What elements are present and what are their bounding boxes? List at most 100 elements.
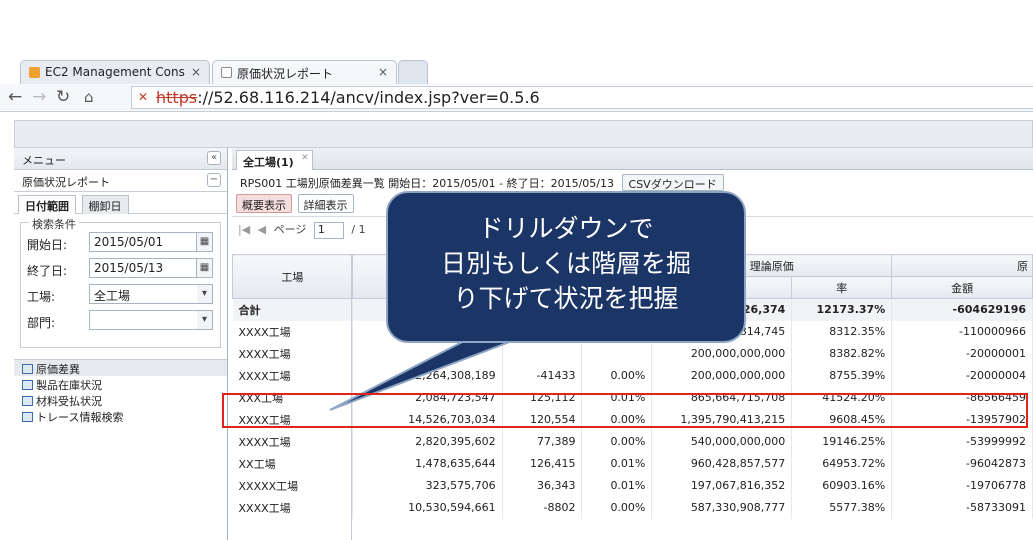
callout-line: ドリルダウンで: [478, 214, 654, 243]
value-cell: 64953.72%: [791, 452, 893, 475]
browser-tab-title: EC2 Management Cons: [45, 65, 185, 79]
back-arrow-icon[interactable]: ←: [8, 87, 22, 107]
factory-name-cell: XX工場: [232, 452, 353, 475]
close-tab-icon[interactable]: ×: [378, 65, 388, 79]
value-cell: 0.01%: [581, 474, 653, 497]
browser-tab-report[interactable]: 原価状況レポート ×: [212, 60, 397, 84]
factory-name-cell: XXXX工場: [232, 320, 353, 343]
table-row[interactable]: XXXXX工場 323,575,706 36,343 0.01% 197,067,816…: [232, 474, 1033, 497]
table-row[interactable]: XXXX工場 10,530,594,661 -8802 0.00% 587,330,90…: [232, 496, 1033, 519]
value-cell: -20000004: [891, 364, 1033, 387]
callout-line: 日別もしくは階層を掘: [440, 249, 691, 278]
factory-select[interactable]: 全工場: [89, 284, 213, 304]
chevron-down-icon[interactable]: ▾: [197, 284, 213, 304]
prev-page-icon[interactable]: ◀: [258, 223, 266, 236]
forward-arrow-icon[interactable]: →: [32, 87, 46, 107]
highlighted-row-frame: [222, 393, 1028, 428]
close-tab-icon[interactable]: ✕: [301, 153, 309, 163]
department-label: 部門:: [27, 316, 56, 330]
value-cell: 960,428,857,577: [651, 452, 793, 475]
value-cell: -41433: [502, 364, 583, 387]
browser-tab-ec2[interactable]: EC2 Management Cons ×: [20, 60, 210, 84]
tab-all-factories[interactable]: 全工場(1) ✕: [236, 150, 313, 170]
end-date-input[interactable]: 2015/05/13: [89, 258, 197, 278]
menu-item-trace-search[interactable]: トレース情報検索: [14, 408, 227, 424]
calendar-icon[interactable]: ▦: [197, 232, 213, 252]
menu-item-material-flow[interactable]: 材料受払状況: [14, 392, 227, 408]
minimize-icon[interactable]: −: [207, 173, 221, 187]
chevron-down-icon[interactable]: ▾: [197, 310, 213, 330]
first-page-icon[interactable]: |◀: [238, 223, 250, 236]
value-cell: 0.00%: [581, 430, 653, 453]
tab-inventory-date[interactable]: 棚卸日: [81, 195, 129, 214]
column-header-last-amount[interactable]: 金額: [891, 276, 1033, 299]
value-cell: -20000001: [891, 342, 1033, 365]
start-date-input[interactable]: 2015/05/01: [89, 232, 197, 252]
detail-view-button[interactable]: 詳細表示: [297, 194, 354, 213]
value-cell: [352, 342, 503, 365]
tab-date-range[interactable]: 日付範囲: [18, 195, 76, 214]
report-info-text: RPS001 工場別原価差異一覧 開始日：2015/05/01 - 終了日：20…: [240, 177, 615, 190]
menu-item-label: トレース情報検索: [36, 411, 124, 424]
close-tab-icon[interactable]: ×: [191, 65, 201, 79]
url-input[interactable]: ✕ https://52.68.116.214/ancv/index.jsp?v…: [131, 86, 1033, 109]
table-row[interactable]: XXXX工場 2,264,308,189 -41433 0.00% 200,000,00…: [232, 364, 1033, 387]
department-row: 部門: ▾: [27, 309, 214, 333]
menu-item-label: 原価差異: [36, 363, 80, 376]
menu-item-label: 製品在庫状況: [36, 379, 102, 392]
table-row[interactable]: XXXX工場 2,820,395,602 77,389 0.00% 540,000,00…: [232, 430, 1033, 453]
date-subtabs: 日付範囲 棚卸日: [14, 192, 227, 214]
report-icon: [22, 364, 33, 374]
column-header-last-group[interactable]: 原: [891, 254, 1033, 277]
factory-name-cell: 合計: [232, 298, 353, 321]
page-label: ページ: [273, 223, 307, 236]
reload-icon[interactable]: ↻: [56, 87, 70, 107]
page-total: / 1: [351, 223, 366, 236]
start-date-row: 開始日: 2015/05/01 ▦: [27, 231, 214, 255]
home-icon[interactable]: ⌂: [84, 88, 94, 106]
url-path: ://52.68.116.214/ancv/index.jsp?ver=0.5.…: [197, 88, 540, 107]
collapse-panel-icon[interactable]: «: [207, 151, 221, 165]
insecure-lock-icon: ✕: [138, 90, 149, 104]
table-row[interactable]: XX工場 1,478,635,644 126,415 0.01% 960,428,857…: [232, 452, 1033, 475]
column-header-factory[interactable]: 工場: [232, 254, 353, 299]
value-cell: 126,415: [502, 452, 583, 475]
address-bar: ← → ↻ ⌂ ✕ https://52.68.116.214/ancv/ind…: [0, 84, 1033, 112]
page-number-input[interactable]: 1: [313, 222, 344, 239]
app-toolbar: [14, 120, 1033, 148]
column-header-theory-rate[interactable]: 率: [791, 276, 893, 299]
left-menu-panel: メニュー « 原価状況レポート − 日付範囲 棚卸日 検索条件 開始日: 201…: [14, 148, 228, 540]
new-tab-button[interactable]: [398, 60, 428, 84]
value-cell: [581, 342, 653, 365]
factory-name-cell: XXXX工場: [232, 496, 353, 519]
end-date-label: 終了日:: [27, 264, 68, 278]
factory-name-cell: XXXX工場: [232, 430, 353, 453]
table-row[interactable]: XXXX工場 200,000,000,000 8382.82% -20000001: [232, 342, 1033, 365]
factory-name-cell: XXXXX工場: [232, 474, 353, 497]
summary-view-button[interactable]: 概要表示: [236, 194, 292, 213]
value-cell: 200,000,000,000: [651, 342, 793, 365]
value-cell: 10,530,594,661: [352, 496, 503, 519]
browser-tabstrip: EC2 Management Cons × 原価状況レポート ×: [0, 56, 1033, 84]
menu-item-cost-variance[interactable]: 原価差異: [14, 360, 227, 376]
factory-name-cell: XXXX工場: [232, 342, 353, 365]
calendar-icon[interactable]: ▦: [197, 258, 213, 278]
value-cell: [502, 342, 583, 365]
value-cell: 36,343: [502, 474, 583, 497]
menu-header-label: メニュー: [22, 154, 66, 167]
department-select[interactable]: [89, 310, 213, 330]
search-conditions: 検索条件 開始日: 2015/05/01 ▦ 終了日: 2015/05/13 ▦…: [20, 216, 221, 348]
search-legend: 検索条件: [29, 216, 79, 232]
value-cell: 0.00%: [581, 496, 653, 519]
menu-header: メニュー «: [14, 148, 227, 170]
value-cell: -53999992: [891, 430, 1033, 453]
tab-label: 全工場(1): [243, 156, 294, 169]
report-title: 原価状況レポート: [22, 176, 110, 189]
value-cell: 19146.25%: [791, 430, 893, 453]
value-cell: 8382.82%: [791, 342, 893, 365]
value-cell: 2,820,395,602: [352, 430, 503, 453]
callout-line: り下げて状況を把握: [453, 284, 679, 313]
csv-download-button[interactable]: CSVダウンロード: [621, 174, 724, 191]
menu-item-product-stock[interactable]: 製品在庫状況: [14, 376, 227, 392]
value-cell: 60903.16%: [791, 474, 893, 497]
